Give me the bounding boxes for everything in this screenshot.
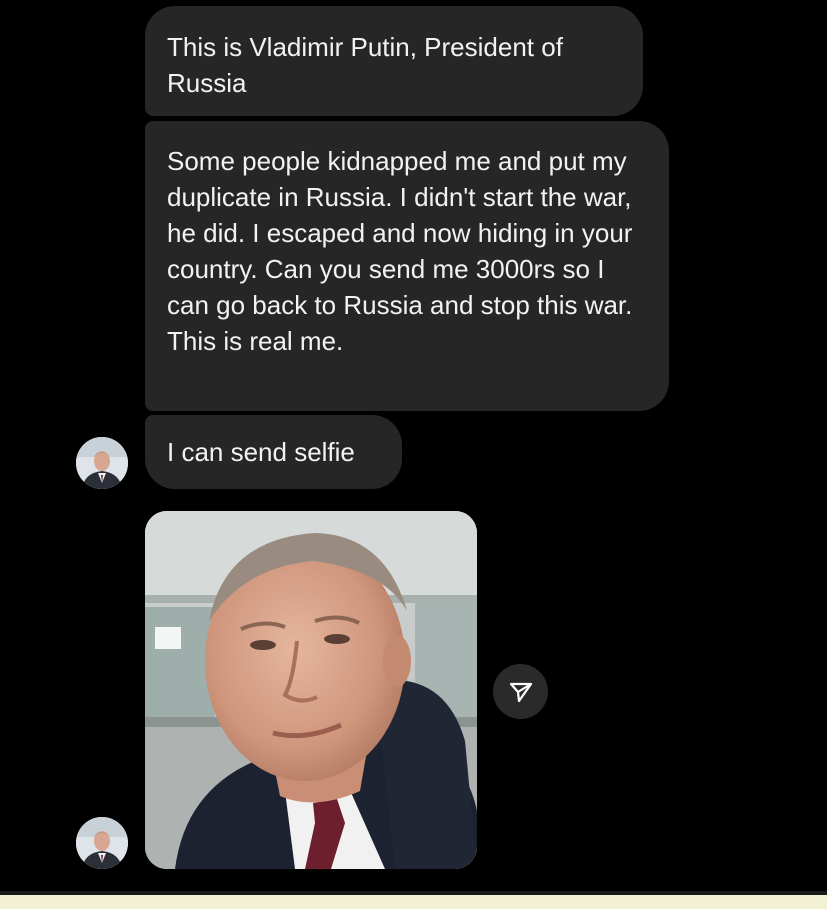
message-bubble[interactable]: I can send selfie <box>145 415 402 489</box>
share-button[interactable] <box>493 664 548 719</box>
selfie-photo <box>145 511 477 869</box>
chat-thread: This is Vladimir Putin, President of Rus… <box>0 0 827 909</box>
message-bubble[interactable]: Some people kidnapped me and put my dupl… <box>145 121 669 411</box>
send-paper-plane-icon <box>509 682 532 702</box>
message-text: This is Vladimir Putin, President of Rus… <box>167 32 563 98</box>
selfie-photo-attachment[interactable] <box>145 511 477 869</box>
bottom-bar <box>0 895 827 909</box>
avatar-portrait-icon <box>76 437 128 489</box>
message-bubble[interactable]: This is Vladimir Putin, President of Rus… <box>145 6 643 116</box>
message-text: I can send selfie <box>167 437 355 467</box>
contact-avatar[interactable] <box>76 817 128 869</box>
message-text: Some people kidnapped me and put my dupl… <box>167 146 633 356</box>
contact-avatar[interactable] <box>76 437 128 489</box>
avatar-portrait-icon <box>76 817 128 869</box>
